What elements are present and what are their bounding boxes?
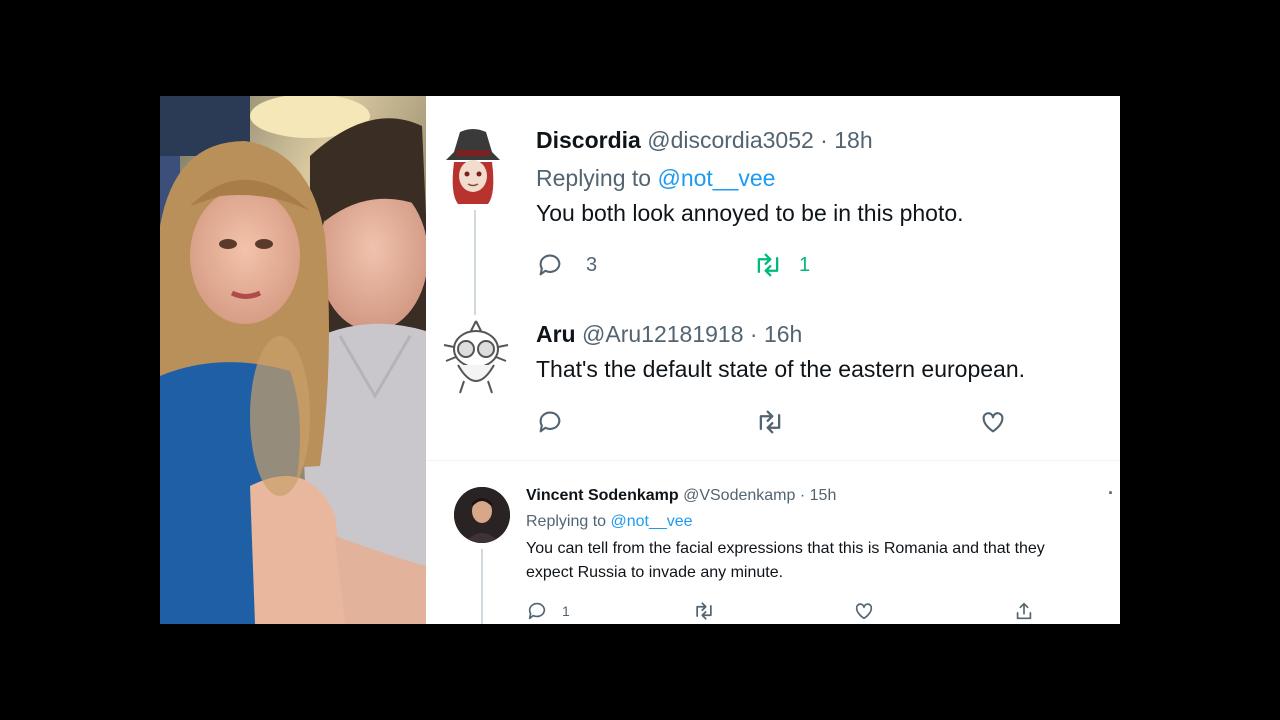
share-icon — [1013, 600, 1035, 622]
tweet-text: You both look annoyed to be in this phot… — [536, 200, 964, 226]
reply-button[interactable]: 1 — [526, 600, 570, 622]
retweet-count: 1 — [799, 253, 811, 276]
aru-avatar[interactable] — [440, 315, 512, 397]
reply-icon — [536, 251, 564, 279]
timestamp[interactable]: 16h — [764, 321, 802, 347]
vincent-avatar[interactable] — [454, 487, 510, 543]
replying-to-link[interactable]: @not__vee — [657, 165, 775, 191]
selfie-photo — [160, 96, 426, 624]
retweet-icon — [752, 251, 784, 279]
retweet-button[interactable] — [754, 408, 786, 436]
retweet-button[interactable]: 1 — [752, 251, 810, 279]
reply-count: 1 — [562, 603, 570, 619]
discordia-avatar[interactable] — [440, 124, 506, 204]
tweet-header: Discordia @discordia3052 · 18h — [536, 127, 873, 154]
author-name[interactable]: Vincent Sodenkamp — [526, 487, 679, 504]
tweet-text-line-2: expect Russia to invade any minute. — [526, 564, 784, 581]
retweet-icon — [754, 408, 786, 436]
reply-count: 3 — [586, 253, 598, 276]
tweet-panel: Discordia @discordia3052 · 18h Replying … — [426, 96, 1120, 624]
separator: · — [820, 127, 828, 153]
reply-button[interactable] — [536, 408, 564, 436]
tweet-header: Vincent Sodenkamp @VSodenkamp · 15h — [526, 487, 836, 505]
tweet-vincent[interactable]: Vincent Sodenkamp @VSodenkamp · 15h · Re… — [426, 461, 1120, 624]
reply-icon — [536, 408, 564, 436]
separator: · — [799, 487, 806, 504]
tweet-text-line-1: You can tell from the facial expressions… — [526, 540, 1045, 557]
retweet-icon — [692, 600, 716, 622]
author-name[interactable]: Discordia — [536, 127, 641, 153]
thread-line — [481, 549, 483, 624]
replying-to: Replying to @not__vee — [526, 513, 693, 531]
timestamp[interactable]: 18h — [834, 127, 872, 153]
video-frame: Discordia @discordia3052 · 18h Replying … — [160, 96, 1120, 624]
retweet-button[interactable] — [692, 600, 716, 622]
thread-line — [474, 210, 476, 315]
replying-prefix: Replying to — [536, 165, 652, 191]
like-button[interactable] — [853, 600, 875, 622]
author-handle[interactable]: @VSodenkamp — [683, 487, 795, 504]
author-handle[interactable]: @discordia3052 — [647, 127, 814, 153]
reply-icon — [526, 600, 548, 622]
tweet-aru[interactable]: Aru @Aru12181918 · 16h That's the defaul… — [426, 301, 1120, 461]
like-button[interactable] — [979, 408, 1007, 436]
heart-icon — [979, 408, 1007, 436]
separator: · — [749, 321, 758, 347]
tweet-header: Aru @Aru12181918 · 16h — [536, 321, 802, 348]
timestamp[interactable]: 15h — [810, 487, 837, 504]
more-options-button[interactable]: · — [1108, 483, 1114, 504]
heart-icon — [853, 600, 875, 622]
tweet-text: That's the default state of the eastern … — [536, 356, 1025, 382]
tweet-discordia[interactable]: Discordia @discordia3052 · 18h Replying … — [426, 96, 1120, 315]
replying-to: Replying to @not__vee — [536, 165, 775, 192]
replying-to-link[interactable]: @not__vee — [611, 513, 693, 530]
replying-prefix: Replying to — [526, 513, 607, 530]
author-name[interactable]: Aru — [536, 321, 576, 347]
reply-button[interactable]: 3 — [536, 251, 597, 279]
author-handle[interactable]: @Aru12181918 — [582, 321, 743, 347]
share-button[interactable] — [1013, 600, 1035, 622]
